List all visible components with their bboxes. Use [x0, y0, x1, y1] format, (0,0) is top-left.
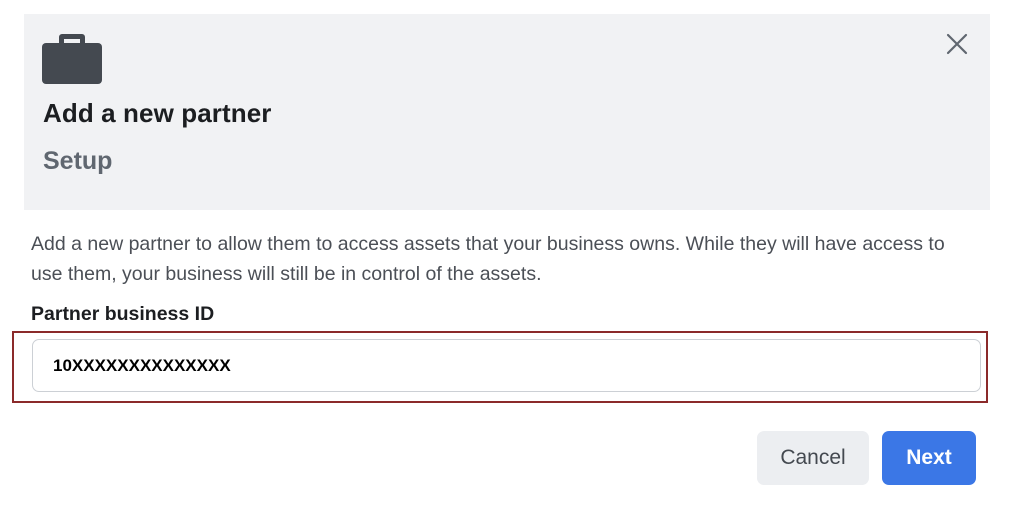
partner-business-id-input[interactable]	[32, 339, 981, 392]
next-button[interactable]: Next	[882, 431, 976, 485]
close-button[interactable]	[942, 31, 972, 61]
add-partner-dialog: Add a new partner Setup Add a new partne…	[0, 0, 1024, 515]
close-icon	[946, 33, 968, 60]
dialog-subtitle: Setup	[43, 147, 113, 175]
dialog-header: Add a new partner Setup	[24, 14, 990, 210]
dialog-description: Add a new partner to allow them to acces…	[31, 233, 945, 285]
cancel-button[interactable]: Cancel	[757, 431, 869, 485]
partner-business-id-label: Partner business ID	[31, 303, 215, 325]
briefcase-icon	[42, 31, 102, 85]
dialog-title: Add a new partner	[43, 98, 272, 128]
